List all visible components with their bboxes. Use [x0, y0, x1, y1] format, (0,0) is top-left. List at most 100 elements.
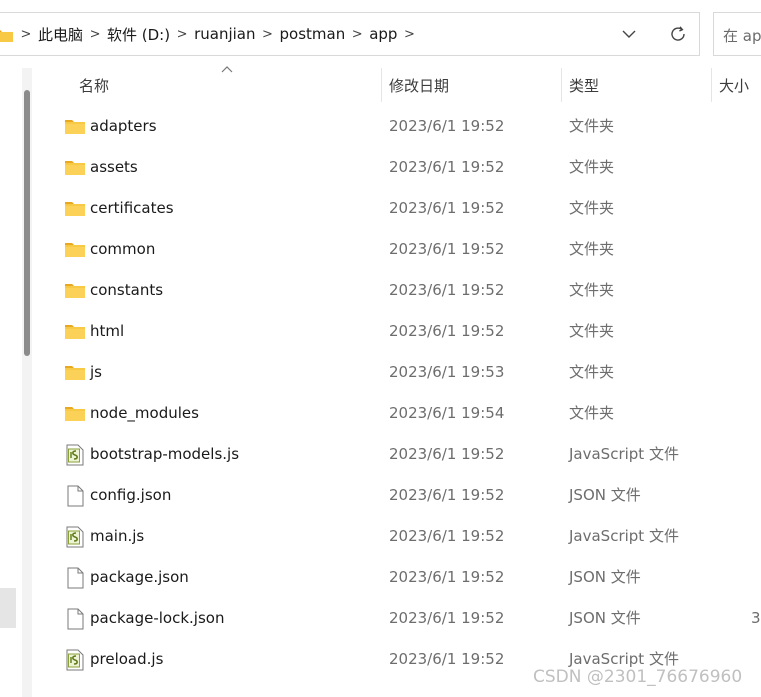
chevron-right-icon[interactable]: >	[397, 27, 421, 42]
file-date-modified: 2023/6/1 19:54	[389, 404, 505, 422]
file-date-modified: 2023/6/1 19:52	[389, 240, 505, 258]
file-row[interactable]: js 2023/6/1 19:53 文件夹	[38, 352, 761, 393]
file-name[interactable]: config.json	[90, 475, 171, 516]
file-name[interactable]: main.js	[90, 516, 144, 557]
nav-scrollbar-thumb[interactable]	[24, 90, 30, 356]
chevron-down-icon	[622, 30, 636, 38]
address-dropdown-button[interactable]	[618, 23, 640, 45]
file-row[interactable]: html 2023/6/1 19:52 文件夹	[38, 311, 761, 352]
breadcrumb-ruanjian[interactable]: ruanjian	[194, 25, 255, 43]
breadcrumb-drive-d[interactable]: 软件 (D:)	[107, 24, 170, 45]
file-name[interactable]: package-lock.json	[90, 598, 224, 639]
javascript-file-icon	[64, 649, 86, 671]
file-row[interactable]: constants 2023/6/1 19:52 文件夹	[38, 270, 761, 311]
folder-icon	[64, 198, 86, 220]
chevron-right-icon[interactable]: >	[14, 27, 38, 42]
file-row[interactable]: certificates 2023/6/1 19:52 文件夹	[38, 188, 761, 229]
file-type: 文件夹	[569, 322, 615, 340]
folder-icon	[64, 157, 86, 179]
file-name[interactable]: assets	[90, 147, 138, 188]
file-row[interactable]: package-lock.json 2023/6/1 19:52 JSON 文件 3	[38, 598, 761, 639]
file-type: 文件夹	[569, 240, 615, 258]
file-name[interactable]: js	[90, 352, 102, 393]
json-file-icon	[64, 567, 86, 589]
chevron-right-icon[interactable]: >	[256, 27, 280, 42]
file-row[interactable]: common 2023/6/1 19:52 文件夹	[38, 229, 761, 270]
column-divider[interactable]	[711, 68, 712, 102]
column-size[interactable]: 大小	[719, 64, 749, 106]
file-date-modified: 2023/6/1 19:52	[389, 281, 505, 299]
javascript-file-icon	[64, 526, 86, 548]
file-size: 3	[751, 609, 761, 627]
file-type: 文件夹	[569, 281, 615, 299]
nav-selected-item[interactable]	[0, 588, 16, 628]
file-name[interactable]: preload.js	[90, 639, 163, 680]
folder-icon	[64, 362, 86, 384]
file-row[interactable]: config.json 2023/6/1 19:52 JSON 文件	[38, 475, 761, 516]
column-type[interactable]: 类型	[569, 64, 599, 106]
file-name[interactable]: node_modules	[90, 393, 199, 434]
chevron-right-icon[interactable]: >	[170, 27, 194, 42]
address-bar[interactable]: > 此电脑 > 软件 (D:) > ruanjian > postman > a…	[0, 12, 700, 56]
breadcrumb-this-pc[interactable]: 此电脑	[38, 24, 83, 45]
breadcrumb-postman[interactable]: postman	[280, 25, 346, 43]
file-date-modified: 2023/6/1 19:52	[389, 199, 505, 217]
file-row[interactable]: main.js 2023/6/1 19:52 JavaScript 文件	[38, 516, 761, 557]
file-type: JSON 文件	[569, 609, 641, 627]
file-name[interactable]: common	[90, 229, 155, 270]
file-name[interactable]: adapters	[90, 106, 157, 147]
file-date-modified: 2023/6/1 19:52	[389, 486, 505, 504]
column-name[interactable]: 名称	[79, 64, 109, 106]
file-row[interactable]: bootstrap-models.js 2023/6/1 19:52 JavaScr…	[38, 434, 761, 475]
file-type: JavaScript 文件	[569, 527, 679, 545]
folder-icon	[64, 239, 86, 261]
search-input[interactable]: 在 ap	[713, 12, 761, 56]
chevron-right-icon[interactable]: >	[345, 27, 369, 42]
refresh-button[interactable]	[666, 23, 690, 45]
chevron-right-icon[interactable]: >	[83, 27, 107, 42]
file-type: JavaScript 文件	[569, 445, 679, 463]
file-name[interactable]: constants	[90, 270, 163, 311]
folder-icon	[0, 30, 13, 42]
file-type: 文件夹	[569, 404, 615, 422]
file-type: 文件夹	[569, 117, 615, 135]
file-row[interactable]: assets 2023/6/1 19:52 文件夹	[38, 147, 761, 188]
file-date-modified: 2023/6/1 19:52	[389, 609, 505, 627]
folder-icon	[64, 321, 86, 343]
column-date-modified[interactable]: 修改日期	[389, 64, 449, 106]
file-type: 文件夹	[569, 158, 615, 176]
file-date-modified: 2023/6/1 19:52	[389, 322, 505, 340]
column-header: 名称 修改日期 类型 大小	[38, 64, 761, 106]
column-divider[interactable]	[381, 68, 382, 102]
file-date-modified: 2023/6/1 19:53	[389, 363, 505, 381]
json-file-icon	[64, 485, 86, 507]
javascript-file-icon	[64, 444, 86, 466]
file-name[interactable]: certificates	[90, 188, 174, 229]
folder-icon	[64, 116, 86, 138]
file-date-modified: 2023/6/1 19:52	[389, 650, 505, 668]
file-type: 文件夹	[569, 363, 615, 381]
file-row[interactable]: package.json 2023/6/1 19:52 JSON 文件	[38, 557, 761, 598]
sort-ascending-icon	[221, 66, 233, 73]
file-date-modified: 2023/6/1 19:52	[389, 158, 505, 176]
file-name[interactable]: html	[90, 311, 124, 352]
refresh-icon	[671, 26, 685, 41]
json-file-icon	[64, 608, 86, 630]
file-date-modified: 2023/6/1 19:52	[389, 445, 505, 463]
folder-icon	[64, 280, 86, 302]
column-divider[interactable]	[561, 68, 562, 102]
breadcrumb-app[interactable]: app	[369, 25, 397, 43]
file-list: adapters 2023/6/1 19:52 文件夹 assets 2023/6/1 …	[38, 106, 761, 680]
file-type: 文件夹	[569, 199, 615, 217]
breadcrumb: > 此电脑 > 软件 (D:) > ruanjian > postman > a…	[14, 13, 421, 55]
file-date-modified: 2023/6/1 19:52	[389, 527, 505, 545]
file-name[interactable]: bootstrap-models.js	[90, 434, 239, 475]
watermark: CSDN @2301_76676960	[533, 667, 743, 687]
file-row[interactable]: adapters 2023/6/1 19:52 文件夹	[38, 106, 761, 147]
search-placeholder: 在 ap	[723, 27, 761, 45]
file-type: JSON 文件	[569, 568, 641, 586]
file-name[interactable]: package.json	[90, 557, 189, 598]
file-row[interactable]: node_modules 2023/6/1 19:54 文件夹	[38, 393, 761, 434]
file-date-modified: 2023/6/1 19:52	[389, 568, 505, 586]
file-type: JSON 文件	[569, 486, 641, 504]
